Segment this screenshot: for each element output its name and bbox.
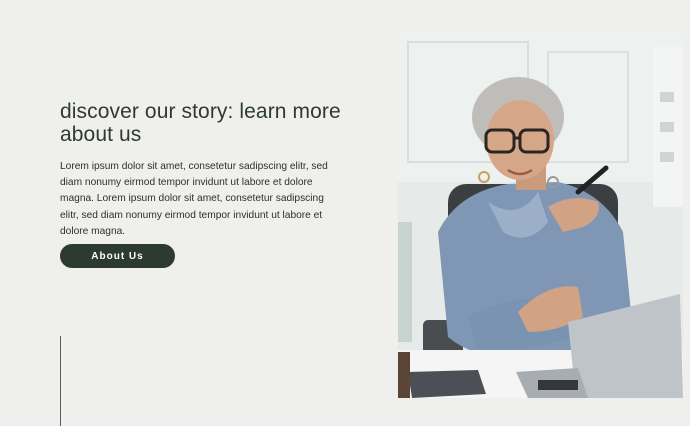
about-us-button[interactable]: About Us	[60, 244, 175, 268]
section-heading: discover our story: learn more about us	[60, 100, 341, 146]
about-section: discover our story: learn more about us …	[0, 0, 690, 426]
decorative-vertical-line	[60, 336, 61, 426]
portrait-photo	[398, 32, 683, 398]
section-paragraph: Lorem ipsum dolor sit amet, consetetur s…	[60, 161, 328, 237]
